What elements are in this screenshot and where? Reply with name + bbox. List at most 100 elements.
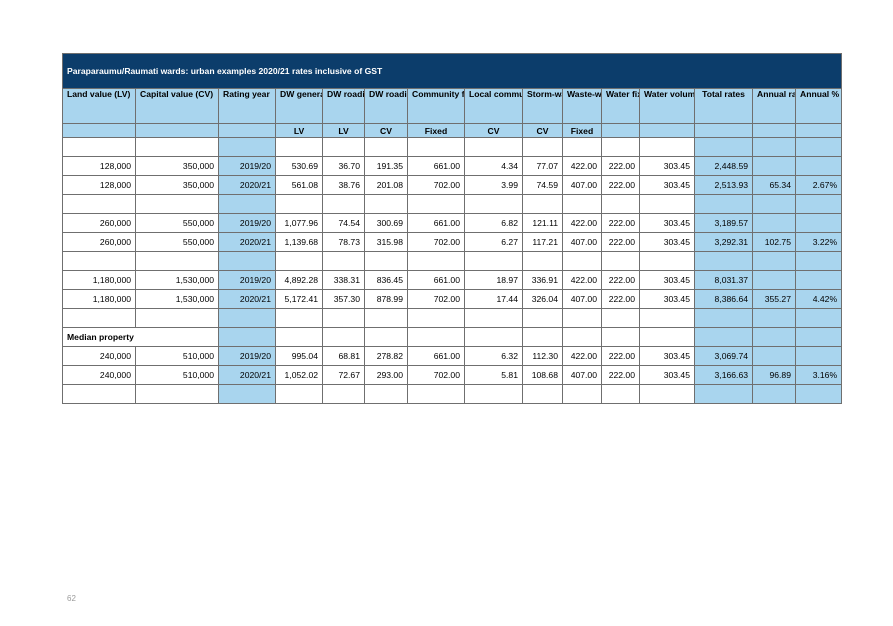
table-cell: 5,172.41 [275, 289, 323, 309]
table-cell: 510,000 [135, 346, 219, 366]
table-cell [464, 251, 523, 271]
table-cell [135, 384, 219, 404]
table-cell: 222.00 [601, 346, 640, 366]
table-cell: 201.08 [364, 175, 408, 195]
table-cell [562, 308, 602, 328]
table-title-row: Paraparaumu/Raumati wards: urban example… [61, 53, 843, 89]
column-header: Capital value (CV) [135, 88, 219, 124]
column-unit: CV [522, 123, 563, 138]
table-cell: 315.98 [364, 232, 408, 252]
table-cell [794, 213, 843, 233]
table-cell [218, 137, 276, 157]
page-number: 62 [67, 594, 76, 603]
table-row: 260,000 550,000 2020/21 1,139.68 78.73 315.98… [62, 232, 843, 252]
table-cell [407, 194, 465, 214]
table-cell: 407.00 [562, 175, 602, 195]
table-row: 240,000 510,000 2019/20 995.04 68.81 278.82 66… [62, 346, 843, 366]
table-cell [407, 251, 465, 271]
table-cell [62, 384, 136, 404]
table-cell: 702.00 [407, 365, 465, 385]
column-header: Water fixed charge [601, 88, 640, 124]
table-cell [794, 327, 843, 347]
table-cell: 878.99 [364, 289, 408, 309]
table-row: 240,000 510,000 2020/21 1,052.02 72.67 293.00… [62, 365, 843, 385]
table-cell [752, 156, 796, 176]
table-cell: 2020/21 [218, 175, 276, 195]
table-cell [275, 137, 323, 157]
column-header: DW roading rate [364, 88, 408, 124]
table-cell [794, 270, 843, 290]
table-cell [562, 137, 602, 157]
table-cell [794, 308, 843, 328]
table-row: 260,000 550,000 2019/20 1,077.96 74.54 300.69… [62, 213, 843, 233]
table-cell [752, 346, 796, 366]
table-cell [407, 384, 465, 404]
table-cell: 191.35 [364, 156, 408, 176]
table-cell [694, 327, 753, 347]
table-cell: 222.00 [601, 232, 640, 252]
table-cell: 65.34 [752, 175, 796, 195]
table-cell [639, 137, 695, 157]
table-cell: 77.07 [522, 156, 563, 176]
table-cell [322, 251, 365, 271]
table-cell: 222.00 [601, 289, 640, 309]
table-cell: 350,000 [135, 175, 219, 195]
table-cell: 303.45 [639, 270, 695, 290]
table-cell: 1,530,000 [135, 289, 219, 309]
table-title: Paraparaumu/Raumati wards: urban example… [61, 53, 843, 89]
table-cell [464, 137, 523, 157]
column-unit [601, 123, 640, 138]
table-cell [639, 308, 695, 328]
table-cell [364, 251, 408, 271]
table-cell: 1,139.68 [275, 232, 323, 252]
table-cell [218, 384, 276, 404]
table-cell: 3,166.63 [694, 365, 753, 385]
table-cell [601, 384, 640, 404]
table-cell [752, 384, 796, 404]
rates-table: Paraparaumu/Raumati wards: urban example… [61, 53, 843, 404]
table-cell: 661.00 [407, 346, 465, 366]
table-row: 1,180,000 1,530,000 2019/20 4,892.28 338.31 8… [62, 270, 843, 290]
table-cell: 550,000 [135, 232, 219, 252]
table-cell: 96.89 [752, 365, 796, 385]
table-cell [601, 137, 640, 157]
table-cell [752, 270, 796, 290]
table-cell [135, 308, 219, 328]
table-cell [794, 384, 843, 404]
table-cell [218, 308, 276, 328]
table-cell: 74.54 [322, 213, 365, 233]
table-cell: 530.69 [275, 156, 323, 176]
table-cell: 422.00 [562, 156, 602, 176]
table-cell: 2,513.93 [694, 175, 753, 195]
table-cell: 303.45 [639, 156, 695, 176]
column-unit [694, 123, 753, 138]
table-cell: 3,069.74 [694, 346, 753, 366]
column-unit: Fixed [562, 123, 602, 138]
table-cell [752, 137, 796, 157]
table-cell: 702.00 [407, 289, 465, 309]
table-cell: 6.82 [464, 213, 523, 233]
table-cell [794, 137, 843, 157]
table-cell: 4,892.28 [275, 270, 323, 290]
table-cell [522, 384, 563, 404]
column-header: Annual rates increase [752, 88, 796, 124]
column-header: DW roading rate [322, 88, 365, 124]
table-cell [62, 308, 136, 328]
table-cell [464, 308, 523, 328]
table-cell [407, 137, 465, 157]
column-header: Annual % change [794, 88, 843, 124]
table-cell [275, 308, 323, 328]
table-cell [62, 137, 136, 157]
column-unit: LV [275, 123, 323, 138]
table-cell: 78.73 [322, 232, 365, 252]
table-cell: 510,000 [135, 365, 219, 385]
table-cell: 407.00 [562, 289, 602, 309]
table-cell [322, 327, 365, 347]
table-cell [522, 194, 563, 214]
table-cell: 74.59 [522, 175, 563, 195]
table-cell [62, 194, 136, 214]
table-cell: 422.00 [562, 346, 602, 366]
column-header: Water volumetric (based on 255m3) [639, 88, 695, 124]
table-cell [322, 137, 365, 157]
column-unit: CV [464, 123, 523, 138]
